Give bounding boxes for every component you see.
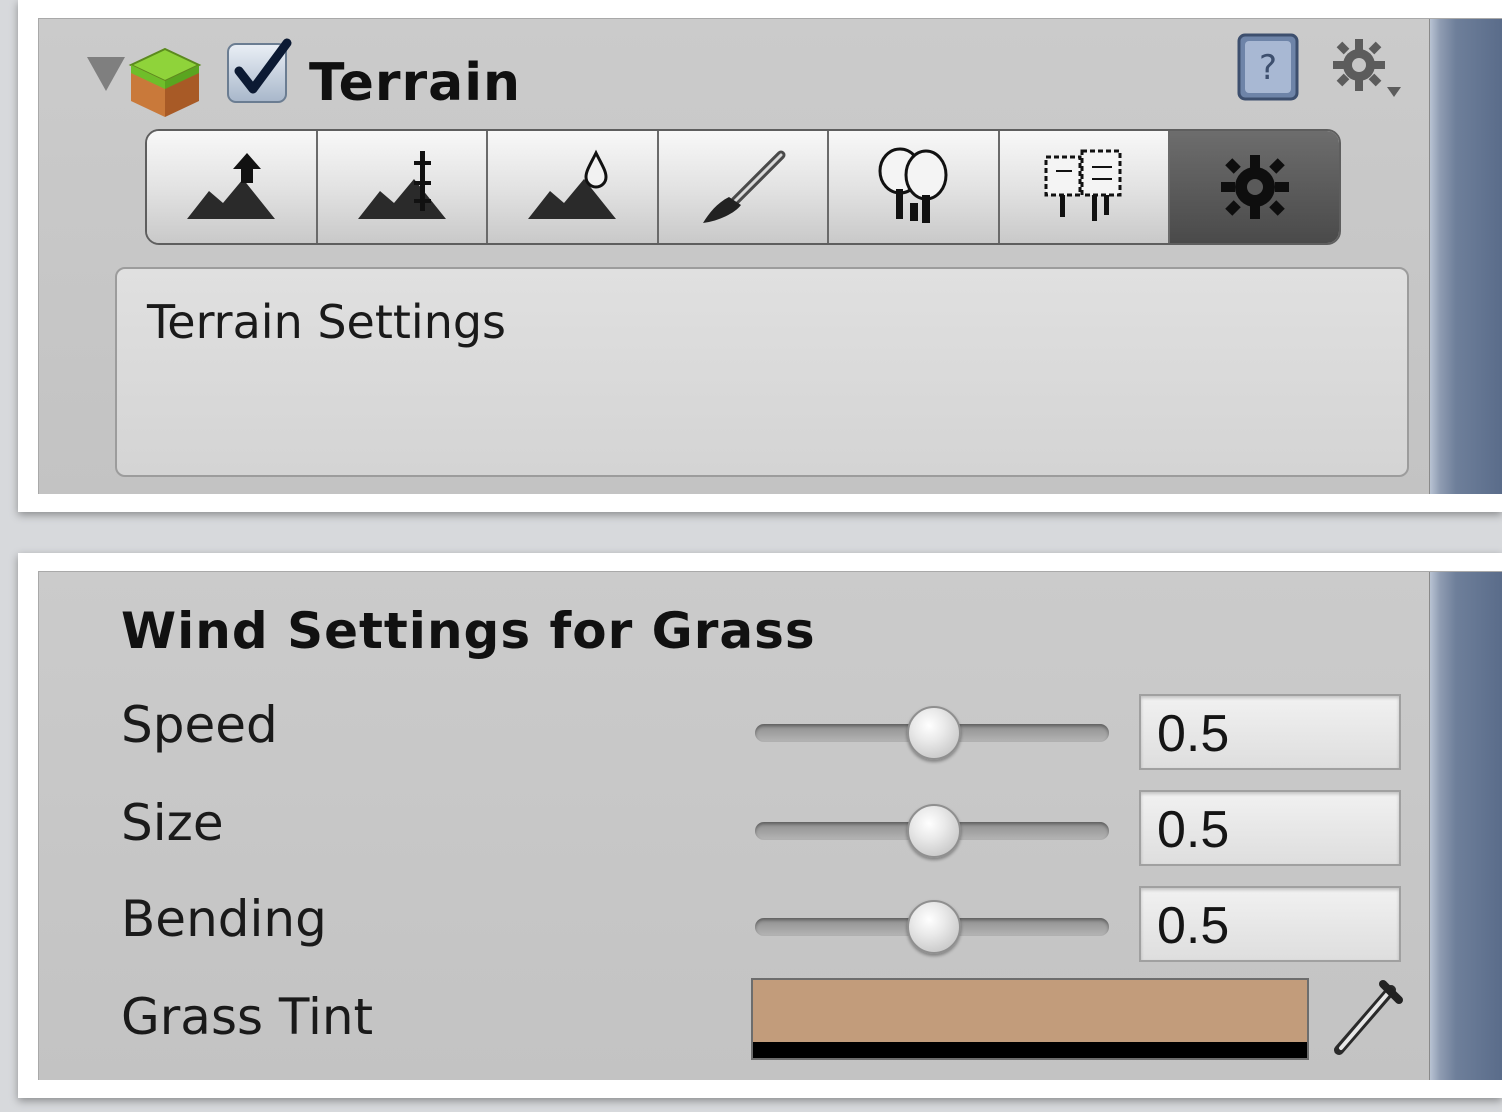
terrain-cube-icon bbox=[128, 47, 202, 117]
speed-slider[interactable] bbox=[755, 706, 1109, 760]
grass-tint-color-swatch[interactable] bbox=[751, 978, 1309, 1060]
gear-menu-icon[interactable] bbox=[1329, 35, 1405, 105]
smooth-height-icon bbox=[528, 149, 617, 219]
speed-label: Speed bbox=[121, 696, 278, 754]
tool-paint-height[interactable] bbox=[317, 131, 489, 243]
terrain-inspector-card: Terrain ? Terrain Settings bbox=[18, 0, 1502, 512]
terrain-settings-label: Terrain Settings bbox=[147, 295, 507, 349]
inspector-side-strip bbox=[1429, 19, 1502, 494]
foldout-arrow-icon[interactable] bbox=[87, 57, 125, 91]
tool-terrain-settings[interactable] bbox=[1170, 131, 1339, 243]
grass-tint-label: Grass Tint bbox=[121, 988, 374, 1046]
place-trees-icon bbox=[878, 147, 948, 223]
paint-texture-icon bbox=[703, 150, 786, 223]
paint-details-icon bbox=[1044, 149, 1122, 221]
bending-value-field[interactable]: 0.5 bbox=[1139, 886, 1401, 962]
speed-value-field[interactable]: 0.5 bbox=[1139, 694, 1401, 770]
terrain-settings-box: Terrain Settings bbox=[115, 267, 1409, 477]
size-slider-knob[interactable] bbox=[907, 804, 961, 858]
checkmark-icon bbox=[234, 38, 292, 94]
tool-raise-lower[interactable] bbox=[147, 131, 318, 243]
bending-slider-knob[interactable] bbox=[907, 900, 961, 954]
size-slider[interactable] bbox=[755, 804, 1109, 858]
enabled-checkbox[interactable] bbox=[227, 38, 292, 103]
wind-settings-card: Wind Settings for Grass Speed 0.5 Size 0… bbox=[18, 553, 1502, 1098]
component-title: Terrain bbox=[309, 53, 522, 113]
help-book-icon[interactable]: ? bbox=[1233, 31, 1303, 103]
wind-section-title: Wind Settings for Grass bbox=[121, 602, 816, 660]
inspector-side-strip bbox=[1429, 572, 1502, 1080]
bending-label: Bending bbox=[121, 890, 327, 948]
eyedropper-icon[interactable] bbox=[1325, 980, 1403, 1060]
speed-slider-knob[interactable] bbox=[907, 706, 961, 760]
tool-paint-texture[interactable] bbox=[658, 131, 830, 243]
wind-settings-panel: Wind Settings for Grass Speed 0.5 Size 0… bbox=[38, 571, 1502, 1080]
terrain-tool-toolbar bbox=[145, 129, 1341, 245]
tool-paint-details[interactable] bbox=[999, 131, 1171, 243]
size-value-field[interactable]: 0.5 bbox=[1139, 790, 1401, 866]
terrain-component-panel: Terrain ? Terrain Settings bbox=[38, 18, 1502, 494]
size-label: Size bbox=[121, 794, 224, 852]
svg-text:?: ? bbox=[1259, 48, 1277, 88]
bending-slider[interactable] bbox=[755, 900, 1109, 954]
tool-smooth-height[interactable] bbox=[488, 131, 659, 243]
grass-tint-alpha-bar bbox=[753, 1042, 1307, 1058]
paint-height-icon bbox=[357, 151, 446, 219]
raise-lower-terrain-icon bbox=[187, 153, 276, 219]
terrain-settings-icon bbox=[1220, 155, 1289, 219]
tool-place-trees[interactable] bbox=[829, 131, 1000, 243]
